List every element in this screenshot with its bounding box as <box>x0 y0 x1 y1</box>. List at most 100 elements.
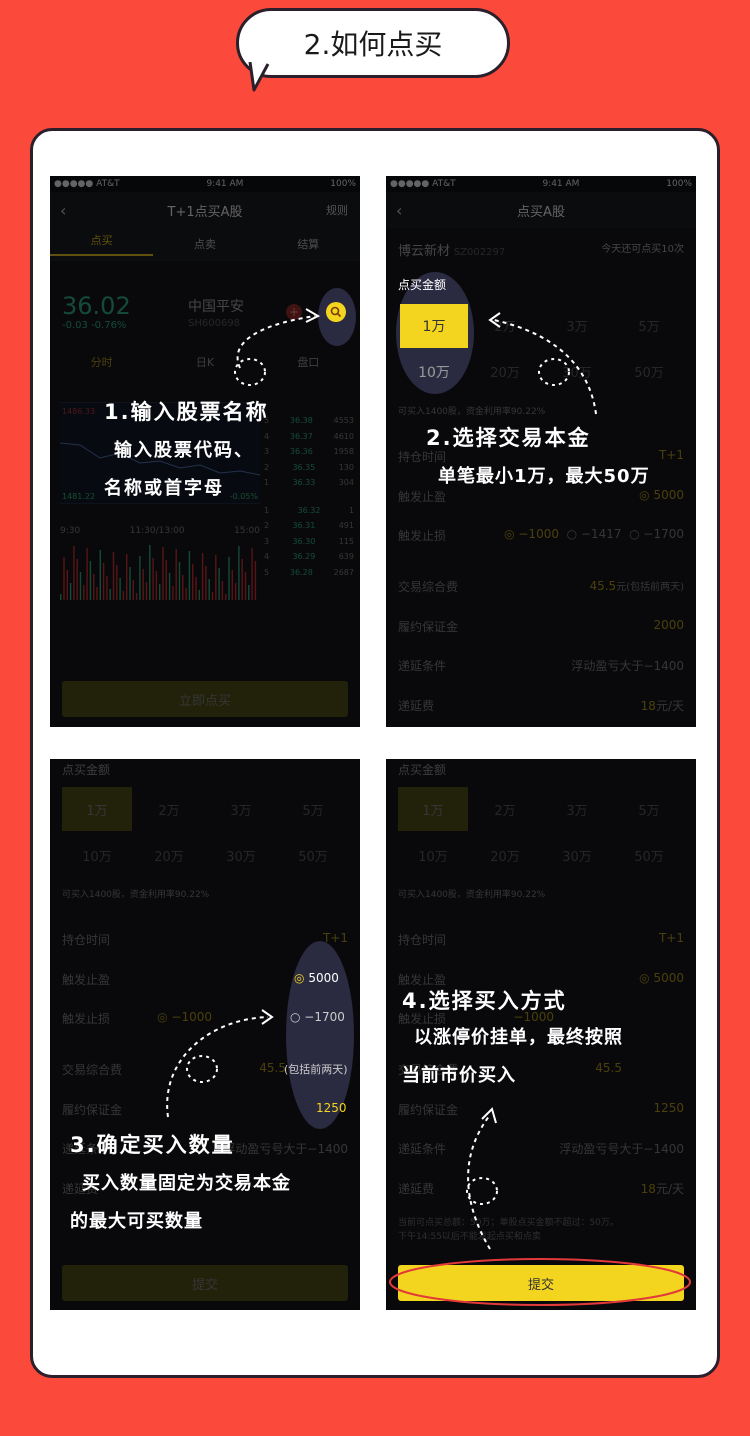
volume-bar <box>201 553 204 600</box>
volume-bar <box>149 545 151 600</box>
buy-order-cell: 639 <box>338 552 354 561</box>
hold-value: T+1 <box>658 448 684 462</box>
amount-3w[interactable]: 3万 <box>542 787 612 831</box>
amount-50w[interactable]: 50万 <box>614 349 684 393</box>
back-icon[interactable]: ‹ <box>60 201 66 220</box>
stop-loss-opt3[interactable]: −1700 <box>304 1010 345 1024</box>
amount-30w[interactable]: 30万 <box>542 833 612 877</box>
search-icon[interactable] <box>326 302 346 322</box>
amount-3w[interactable]: 3万 <box>542 303 612 347</box>
submit-button[interactable]: 提交 <box>62 1265 348 1301</box>
stop-loss-row: 触发止损 ◎ −1000 ○ −1417 ○ −1700 <box>398 527 684 543</box>
amount-50w[interactable]: 50万 <box>614 833 684 877</box>
stop-loss-opt2[interactable]: −1417 <box>581 527 622 541</box>
battery: 100% <box>330 179 356 189</box>
amount-10w[interactable]: 10万 <box>398 833 468 877</box>
amount-5w[interactable]: 5万 <box>614 303 684 347</box>
sell-order-row: 3 36.36 1958 <box>264 447 354 463</box>
buy-order-row: 3 36.30 115 <box>264 537 354 553</box>
defer-value: 浮动盈亏号大于−1400 <box>223 1142 348 1156</box>
defer-fee-row: 递延费 18元/天 <box>398 1180 684 1197</box>
fee-unit-highlight: (包括前两天) <box>284 1063 348 1076</box>
step2-title: 2.选择交易本金 <box>426 426 591 450</box>
volume-bar <box>83 585 85 600</box>
volume-bar <box>159 584 161 600</box>
step3-line2: 的最大可买数量 <box>70 1211 203 1232</box>
margin-label: 履约保证金 <box>398 1103 459 1117</box>
step4-title: 4.选择买入方式 <box>402 989 567 1013</box>
buy-order-cell: 491 <box>338 521 354 530</box>
tab-daily-k[interactable]: 日K <box>153 354 256 370</box>
amount-5w[interactable]: 5万 <box>278 787 348 831</box>
volume-bar <box>132 580 134 600</box>
amount-50w[interactable]: 50万 <box>278 833 348 877</box>
tab-intraday[interactable]: 分时 <box>50 354 153 370</box>
step1-title: 1.输入股票名称 <box>104 400 269 424</box>
amount-20w[interactable]: 20万 <box>134 833 204 877</box>
margin-row: 履约保证金 2000 <box>398 618 684 635</box>
amount-10w-highlight[interactable]: 10万 <box>400 350 468 394</box>
volume-bar <box>218 568 220 600</box>
section-title: 2.如何点买 <box>303 28 443 61</box>
back-icon[interactable]: ‹ <box>396 201 402 220</box>
amount-3w[interactable]: 3万 <box>206 787 276 831</box>
amount-5w[interactable]: 5万 <box>614 787 684 831</box>
margin-value: 1250 <box>653 1101 684 1115</box>
volume-bar <box>244 572 247 600</box>
take-profit-label: 触发止盈 <box>62 973 111 987</box>
amount-30w[interactable]: 30万 <box>206 833 276 877</box>
step1-line2: 名称或首字母 <box>104 478 224 499</box>
volume-bar <box>155 571 158 600</box>
tab-buy[interactable]: 点买 <box>50 232 154 256</box>
stop-loss-opt1[interactable]: −1000 <box>171 1010 212 1024</box>
take-profit-value[interactable]: 5000 <box>308 971 339 985</box>
amount-10w[interactable]: 10万 <box>62 833 132 877</box>
buy-order-row: 4 36.29 639 <box>264 552 354 568</box>
add-watch-icon[interactable]: + <box>286 304 302 320</box>
stop-loss-label: 触发止损 <box>62 1012 111 1026</box>
take-profit-value[interactable]: 5000 <box>653 971 684 985</box>
tab-settle[interactable]: 结算 <box>257 236 360 252</box>
volume-bar <box>93 574 95 600</box>
hold-row: 持仓时间 T+1 <box>398 931 684 948</box>
tab-order-book[interactable]: 盘口 <box>257 354 360 370</box>
stock-name: 中国平安 <box>188 299 244 315</box>
volume-bar <box>241 559 243 600</box>
volume-bar <box>145 582 148 600</box>
rules-link[interactable]: 规则 <box>326 202 348 218</box>
stop-loss-opt1[interactable]: −1000 <box>518 527 559 541</box>
volume-chart <box>60 538 260 600</box>
amount-20w[interactable]: 20万 <box>470 349 540 393</box>
buy-order-cell: 115 <box>338 536 354 546</box>
can-buy-note: 可买入1400股，资金利用率90.22% <box>62 890 210 900</box>
tab-sell[interactable]: 点卖 <box>153 236 256 252</box>
amount-2w[interactable]: 2万 <box>470 303 540 347</box>
submit-button[interactable]: 提交 <box>398 1265 684 1301</box>
amount-20w[interactable]: 20万 <box>470 833 540 877</box>
sell-order-cell: 1 <box>264 478 270 487</box>
submit-label: 提交 <box>527 1277 554 1293</box>
phone-screen-submit: 点买金额 1万 2万 3万 5万 10万 20万 30万 50万 可买入1400… <box>386 759 696 1310</box>
volume-bar <box>248 585 250 600</box>
fee-value: 45.5 <box>259 1061 286 1075</box>
amount-30w[interactable]: 30万 <box>542 349 612 393</box>
stop-loss-opt3[interactable]: −1700 <box>643 527 684 541</box>
take-profit-value[interactable]: 5000 <box>653 488 684 502</box>
amount-2w[interactable]: 2万 <box>134 787 204 831</box>
amount-1w[interactable]: 1万 <box>398 787 468 831</box>
sell-order-cell: 4553 <box>333 416 354 425</box>
sell-order-cell: 36.38 <box>289 416 313 425</box>
buy-now-button[interactable]: 立即点买 <box>62 681 348 717</box>
volume-bar <box>172 586 174 600</box>
amount-1w-selected[interactable]: 1万 <box>400 304 468 348</box>
volume-bar <box>139 556 141 600</box>
volume-bar <box>205 566 207 600</box>
stock-price: 36.02 <box>62 292 131 320</box>
amount-2w[interactable]: 2万 <box>470 787 540 831</box>
chart-tabs: 分时 日K 盘口 <box>50 354 360 370</box>
volume-bar <box>135 593 138 600</box>
sell-order-row: 5 36.38 4553 <box>264 416 354 432</box>
volume-bar <box>69 583 72 600</box>
amount-1w[interactable]: 1万 <box>62 787 132 831</box>
volume-bar <box>178 562 181 600</box>
